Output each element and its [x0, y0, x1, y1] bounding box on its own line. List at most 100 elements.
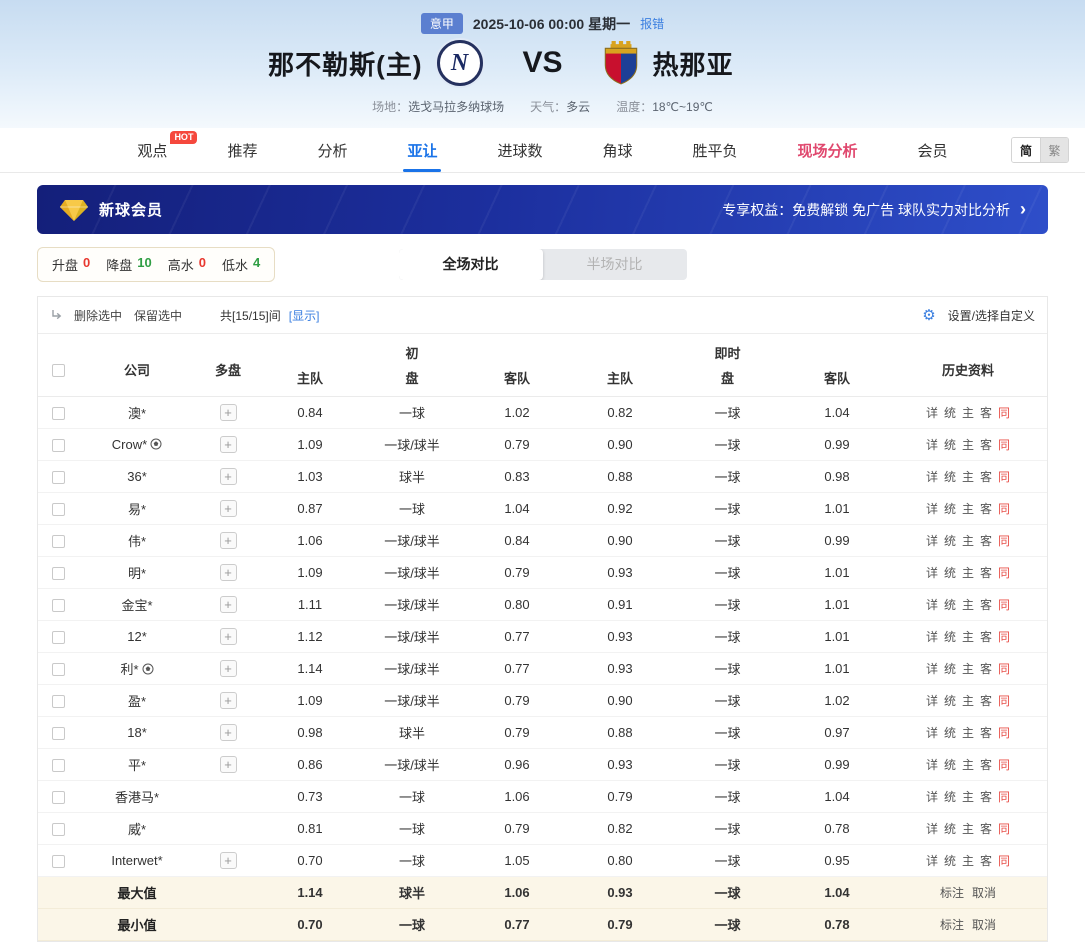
history-link-stats[interactable]: 统	[944, 566, 956, 580]
expand-odds-button[interactable]: +	[219, 756, 237, 773]
history-link-same[interactable]: 同	[998, 406, 1010, 420]
nav-item-member[interactable]: 会员	[914, 128, 952, 172]
row-checkbox[interactable]	[51, 535, 65, 549]
history-link-home[interactable]: 主	[962, 438, 974, 452]
history-link-away[interactable]: 客	[980, 726, 992, 740]
history-link-detail[interactable]: 详	[926, 470, 938, 484]
customize-settings-link[interactable]: 设置/选择自定义	[948, 307, 1035, 324]
history-link-home[interactable]: 主	[962, 470, 974, 484]
history-link-same[interactable]: 同	[998, 694, 1010, 708]
history-link-stats[interactable]: 统	[944, 854, 956, 868]
nav-item-live-analysis[interactable]: 现场分析	[794, 128, 862, 172]
history-link-stats[interactable]: 统	[944, 438, 956, 452]
history-link-home[interactable]: 主	[962, 822, 974, 836]
banner-benefits[interactable]: 专享权益：免费解锁 免广告 球队实力对比分析	[722, 200, 1010, 220]
history-link-home[interactable]: 主	[962, 406, 974, 420]
lang-button-simplified[interactable]: 简	[1012, 138, 1040, 162]
summary-action-cancel[interactable]: 取消	[972, 918, 996, 932]
history-link-home[interactable]: 主	[962, 758, 974, 772]
history-link-same[interactable]: 同	[998, 726, 1010, 740]
history-link-away[interactable]: 客	[980, 662, 992, 676]
expand-odds-button[interactable]: +	[219, 596, 237, 613]
row-checkbox[interactable]	[51, 439, 65, 453]
history-link-home[interactable]: 主	[962, 790, 974, 804]
history-link-detail[interactable]: 详	[926, 662, 938, 676]
row-checkbox[interactable]	[51, 599, 65, 613]
history-link-home[interactable]: 主	[962, 694, 974, 708]
history-link-detail[interactable]: 详	[926, 406, 938, 420]
history-link-detail[interactable]: 详	[926, 502, 938, 516]
tab-full-match[interactable]: 全场对比	[398, 248, 543, 280]
row-checkbox[interactable]	[51, 663, 65, 677]
row-checkbox[interactable]	[51, 407, 65, 421]
history-link-detail[interactable]: 详	[926, 854, 938, 868]
history-link-stats[interactable]: 统	[944, 534, 956, 548]
delete-selected-button[interactable]: 删除选中	[74, 307, 122, 324]
row-checkbox[interactable]	[51, 695, 65, 709]
history-link-stats[interactable]: 统	[944, 502, 956, 516]
history-link-stats[interactable]: 统	[944, 406, 956, 420]
expand-odds-button[interactable]: +	[219, 724, 237, 741]
history-link-away[interactable]: 客	[980, 790, 992, 804]
history-link-same[interactable]: 同	[998, 502, 1010, 516]
nav-item-win-draw-lose[interactable]: 胜平负	[689, 128, 742, 172]
history-link-detail[interactable]: 详	[926, 534, 938, 548]
history-link-same[interactable]: 同	[998, 534, 1010, 548]
history-link-away[interactable]: 客	[980, 598, 992, 612]
history-link-detail[interactable]: 详	[926, 438, 938, 452]
lang-button-traditional[interactable]: 繁	[1040, 138, 1068, 162]
expand-odds-button[interactable]: +	[219, 852, 237, 869]
row-checkbox[interactable]	[51, 503, 65, 517]
history-link-away[interactable]: 客	[980, 758, 992, 772]
history-link-detail[interactable]: 详	[926, 822, 938, 836]
history-link-stats[interactable]: 统	[944, 598, 956, 612]
row-checkbox[interactable]	[51, 471, 65, 485]
nav-item-asian-handicap[interactable]: 亚让	[403, 128, 442, 172]
history-link-away[interactable]: 客	[980, 470, 992, 484]
history-link-away[interactable]: 客	[980, 694, 992, 708]
history-link-home[interactable]: 主	[962, 566, 974, 580]
history-link-same[interactable]: 同	[998, 790, 1010, 804]
history-link-home[interactable]: 主	[962, 662, 974, 676]
history-link-home[interactable]: 主	[962, 502, 974, 516]
history-link-same[interactable]: 同	[998, 566, 1010, 580]
history-link-stats[interactable]: 统	[944, 790, 956, 804]
row-checkbox[interactable]	[51, 759, 65, 773]
row-checkbox[interactable]	[51, 631, 65, 645]
history-link-home[interactable]: 主	[962, 534, 974, 548]
history-link-detail[interactable]: 详	[926, 726, 938, 740]
history-link-stats[interactable]: 统	[944, 726, 956, 740]
history-link-home[interactable]: 主	[962, 854, 974, 868]
history-link-stats[interactable]: 统	[944, 470, 956, 484]
history-link-stats[interactable]: 统	[944, 630, 956, 644]
history-link-stats[interactable]: 统	[944, 694, 956, 708]
member-banner[interactable]: 新球会员 专享权益：免费解锁 免广告 球队实力对比分析 ›	[37, 185, 1048, 234]
history-link-same[interactable]: 同	[998, 470, 1010, 484]
expand-odds-button[interactable]: +	[219, 500, 237, 517]
history-link-away[interactable]: 客	[980, 438, 992, 452]
report-error-link[interactable]: 报错	[640, 15, 664, 32]
history-link-detail[interactable]: 详	[926, 566, 938, 580]
nav-item-recommend[interactable]: 推荐	[223, 128, 261, 172]
keep-selected-button[interactable]: 保留选中	[134, 307, 182, 324]
summary-action-mark[interactable]: 标注	[940, 918, 964, 932]
expand-odds-button[interactable]: +	[219, 692, 237, 709]
history-link-home[interactable]: 主	[962, 630, 974, 644]
expand-odds-button[interactable]: +	[219, 436, 237, 453]
expand-odds-button[interactable]: +	[219, 404, 237, 421]
history-link-away[interactable]: 客	[980, 822, 992, 836]
nav-item-corner[interactable]: 角球	[599, 128, 637, 172]
history-link-same[interactable]: 同	[998, 630, 1010, 644]
history-link-stats[interactable]: 统	[944, 662, 956, 676]
history-link-detail[interactable]: 详	[926, 790, 938, 804]
history-link-away[interactable]: 客	[980, 854, 992, 868]
history-link-away[interactable]: 客	[980, 566, 992, 580]
nav-item-analysis[interactable]: 分析	[313, 128, 351, 172]
summary-action-cancel[interactable]: 取消	[972, 886, 996, 900]
show-link[interactable]: [显示]	[289, 307, 320, 324]
expand-odds-button[interactable]: +	[219, 660, 237, 677]
history-link-same[interactable]: 同	[998, 758, 1010, 772]
nav-item-goals[interactable]: 进球数	[493, 128, 546, 172]
history-link-detail[interactable]: 详	[926, 758, 938, 772]
history-link-home[interactable]: 主	[962, 598, 974, 612]
